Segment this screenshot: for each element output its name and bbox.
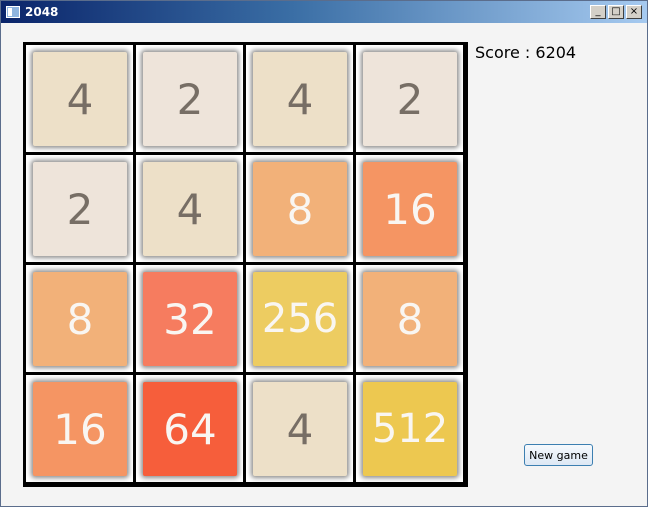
board-cell: 4 [246, 375, 353, 482]
window-title: 2048 [25, 5, 59, 19]
tile-256: 256 [253, 272, 347, 366]
tile-2: 2 [143, 52, 237, 146]
board-cell: 8 [246, 155, 353, 262]
board-cell: 32 [136, 265, 243, 372]
tile-8: 8 [363, 272, 457, 366]
tile-4: 4 [33, 52, 127, 146]
board-cell: 2 [356, 45, 463, 152]
window-controls: _ □ × [590, 5, 642, 19]
tile-4: 4 [253, 382, 347, 476]
tile-512: 512 [363, 382, 457, 476]
board-cell: 8 [26, 265, 133, 372]
tile-64: 64 [143, 382, 237, 476]
board-cell: 16 [356, 155, 463, 262]
board-cell: 8 [356, 265, 463, 372]
app-icon [6, 6, 20, 18]
maximize-button[interactable]: □ [608, 5, 624, 19]
board-cell: 16 [26, 375, 133, 482]
game-board: 4 2 4 2 2 4 8 16 8 32 256 8 16 64 4 512 [23, 42, 468, 487]
new-game-button[interactable]: New game [524, 444, 593, 466]
tile-4: 4 [143, 162, 237, 256]
tile-8: 8 [33, 272, 127, 366]
board-cell: 2 [136, 45, 243, 152]
tile-4: 4 [253, 52, 347, 146]
board-cell: 4 [26, 45, 133, 152]
score-label: Score : [475, 43, 531, 62]
title-bar[interactable]: 2048 _ □ × [1, 1, 647, 23]
board-cell: 256 [246, 265, 353, 372]
tile-8: 8 [253, 162, 347, 256]
close-button[interactable]: × [626, 5, 642, 19]
tile-16: 16 [33, 382, 127, 476]
board-cell: 512 [356, 375, 463, 482]
board-cell: 4 [246, 45, 353, 152]
tile-32: 32 [143, 272, 237, 366]
minimize-button[interactable]: _ [590, 5, 606, 19]
board-cell: 4 [136, 155, 243, 262]
board-cell: 2 [26, 155, 133, 262]
tile-16: 16 [363, 162, 457, 256]
board-cell: 64 [136, 375, 243, 482]
score-value: 6204 [535, 43, 577, 62]
tile-2: 2 [363, 52, 457, 146]
game-window: 2048 _ □ × 4 2 4 2 2 4 8 16 8 32 256 8 16 64 4 512 Scor… [0, 0, 648, 507]
tile-2: 2 [33, 162, 127, 256]
score-display: Score : 6204 [475, 43, 576, 62]
